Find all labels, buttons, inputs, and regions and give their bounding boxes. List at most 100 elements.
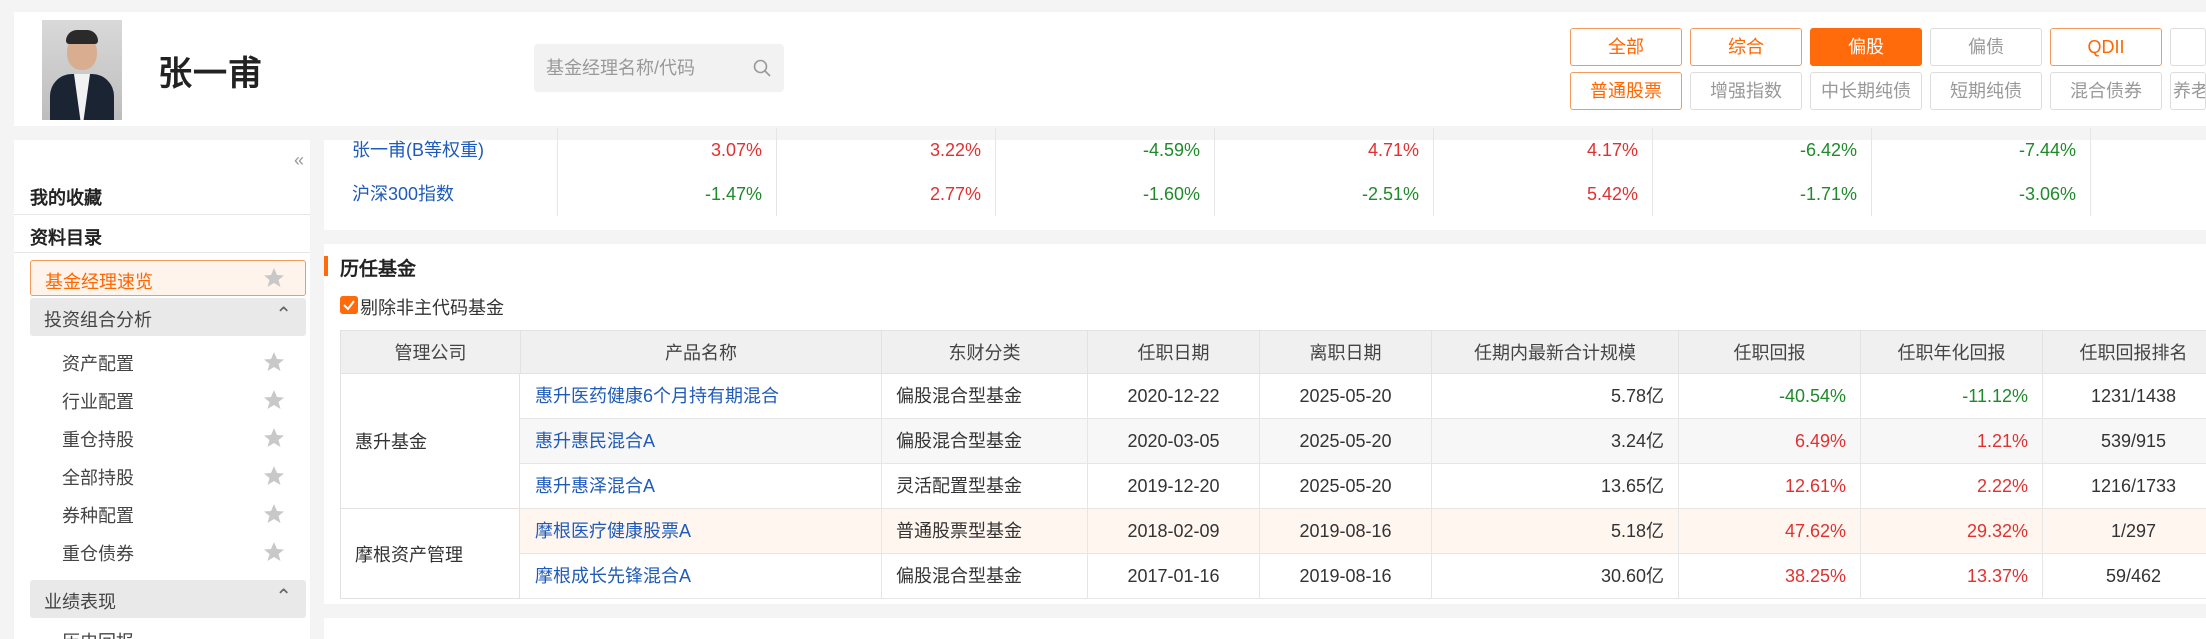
company-cell: 摩根资产管理 [340, 509, 520, 599]
performance-table: 张一甫(B等权重) 3.07% 3.22% -4.59% 4.71% 4.17%… [324, 128, 2206, 230]
value-cell: -6.42% [1653, 128, 1872, 172]
start-date-cell: 2019-12-20 [1088, 464, 1260, 509]
manager-name: 张一甫 [158, 55, 263, 93]
category-stock[interactable]: 普通股票 [1570, 72, 1682, 110]
start-date-cell: 2017-01-16 [1088, 554, 1260, 599]
category-all[interactable]: 全部 [1570, 28, 1682, 66]
search-input[interactable] [546, 54, 746, 82]
value-cell: -4.59% [996, 128, 1215, 172]
annual-return-cell: 29.32% [1861, 509, 2043, 554]
category-cell: 偏股混合型基金 [882, 554, 1088, 599]
category-qdii[interactable]: QDII [2050, 28, 2162, 66]
collapse-icon[interactable]: « [294, 150, 304, 171]
checkbox-label[interactable]: 剔除非主代码基金 [360, 294, 504, 320]
sidebar-item-industry[interactable]: 行业配置 [62, 388, 134, 414]
value-cell: 2.77% [777, 172, 996, 216]
category-short-bond[interactable]: 短期纯债 [1930, 72, 2042, 110]
sidebar-item-asset-allocation[interactable]: 资产配置 [62, 350, 134, 376]
star-icon[interactable] [262, 266, 286, 290]
col-header: 管理公司 [340, 330, 521, 374]
history-funds-section: 历任基金 剔除非主代码基金 管理公司 产品名称 东财分类 任职日期 离职日期 任… [324, 244, 2206, 604]
sidebar-item-top-bonds[interactable]: 重仓债券 [62, 540, 134, 566]
sidebar-group-portfolio[interactable]: 投资组合分析 ⌃ [30, 298, 306, 336]
sidebar-group-label: 投资组合分析 [44, 310, 152, 330]
category-cell: 偏股混合型基金 [882, 374, 1088, 419]
return-cell: 12.61% [1679, 464, 1861, 509]
value-cell: -2.51% [1215, 172, 1434, 216]
star-icon[interactable] [262, 350, 286, 374]
rank-cell: 1/297 [2043, 509, 2206, 554]
category-cell: 灵活配置型基金 [882, 464, 1088, 509]
size-cell: 5.18亿 [1432, 509, 1679, 554]
sidebar-item-all-holdings[interactable]: 全部持股 [62, 464, 134, 490]
return-cell: 38.25% [1679, 554, 1861, 599]
star-icon[interactable] [262, 502, 286, 526]
rank-cell: 1231/1438 [2043, 374, 2206, 419]
sidebar: « 我的收藏 资料目录 基金经理速览 投资组合分析 ⌃ 资产配置 行业配置 重仓… [14, 140, 310, 639]
star-icon[interactable] [262, 388, 286, 412]
value-cell: -3.06% [1872, 172, 2091, 216]
sidebar-group-performance[interactable]: 业绩表现 ⌃ [30, 580, 306, 618]
end-date-cell: 2025-05-20 [1260, 374, 1432, 419]
category-more[interactable] [2170, 28, 2206, 66]
sidebar-item-bond-types[interactable]: 券种配置 [62, 502, 134, 528]
value-cell: 5.42% [1434, 172, 1653, 216]
star-icon[interactable] [262, 464, 286, 488]
value-cell: 4.17% [1434, 128, 1653, 172]
sidebar-group-label: 业绩表现 [44, 592, 116, 612]
exclude-checkbox[interactable] [340, 296, 358, 314]
size-cell: 5.78亿 [1432, 374, 1679, 419]
row-name[interactable]: 沪深300指数 [338, 172, 558, 216]
col-header: 东财分类 [882, 330, 1088, 374]
col-header: 任职回报排名 [2043, 330, 2206, 374]
category-bond[interactable]: 偏债 [1930, 28, 2042, 66]
category-enhanced-index[interactable]: 增强指数 [1690, 72, 1802, 110]
header: 张一甫 全部 综合 偏股 偏债 QDII 普通股票 增强指数 中长期纯债 短期纯… [14, 12, 2206, 126]
annual-return-cell: -11.12% [1861, 374, 2043, 419]
search-icon[interactable] [752, 58, 772, 78]
rank-cell: 59/462 [2043, 554, 2206, 599]
category-pension[interactable]: 养老 [2170, 72, 2206, 110]
value-cell: 3.22% [777, 128, 996, 172]
sidebar-favorites[interactable]: 我的收藏 [30, 184, 102, 210]
annual-return-cell: 2.22% [1861, 464, 2043, 509]
category-mixed-bond[interactable]: 混合债券 [2050, 72, 2162, 110]
row-name[interactable]: 张一甫(B等权重) [338, 128, 558, 172]
product-name-link[interactable]: 摩根医疗健康股票A [521, 509, 882, 554]
main-content: 张一甫(B等权重) 3.07% 3.22% -4.59% 4.71% 4.17%… [324, 128, 2206, 639]
col-header: 任职日期 [1088, 330, 1260, 374]
col-header: 离职日期 [1260, 330, 1432, 374]
chevron-up-icon: ⌃ [275, 304, 292, 326]
product-name-link[interactable]: 惠升惠民混合A [521, 419, 882, 464]
sidebar-item-top-holdings[interactable]: 重仓持股 [62, 426, 134, 452]
next-section [324, 618, 2206, 639]
company-cell: 惠升基金 [340, 374, 520, 509]
category-cell: 普通股票型基金 [882, 509, 1088, 554]
star-icon[interactable] [262, 426, 286, 450]
col-header: 产品名称 [521, 330, 882, 374]
category-comprehensive[interactable]: 综合 [1690, 28, 1802, 66]
product-name-link[interactable]: 惠升医药健康6个月持有期混合 [521, 374, 882, 419]
end-date-cell: 2025-05-20 [1260, 464, 1432, 509]
return-cell: 47.62% [1679, 509, 1861, 554]
avatar [42, 20, 122, 120]
star-icon[interactable] [262, 540, 286, 564]
sidebar-item-history-returns[interactable]: 历史回报 [62, 628, 134, 639]
annual-return-cell: 1.21% [1861, 419, 2043, 464]
category-equity[interactable]: 偏股 [1810, 28, 1922, 66]
product-name-link[interactable]: 惠升惠泽混合A [521, 464, 882, 509]
size-cell: 3.24亿 [1432, 419, 1679, 464]
value-cell: -1.71% [1653, 172, 1872, 216]
category-long-bond[interactable]: 中长期纯债 [1810, 72, 1922, 110]
product-name-link[interactable]: 摩根成长先锋混合A [521, 554, 882, 599]
category-cell: 偏股混合型基金 [882, 419, 1088, 464]
col-header: 任职回报 [1679, 330, 1861, 374]
value-cell: 3.07% [558, 128, 777, 172]
sidebar-item-label: 基金经理速览 [45, 272, 153, 292]
return-cell: -40.54% [1679, 374, 1861, 419]
chevron-up-icon: ⌃ [275, 586, 292, 608]
value-cell: -7.44% [1872, 128, 2091, 172]
end-date-cell: 2025-05-20 [1260, 419, 1432, 464]
search-box [534, 44, 784, 92]
size-cell: 30.60亿 [1432, 554, 1679, 599]
